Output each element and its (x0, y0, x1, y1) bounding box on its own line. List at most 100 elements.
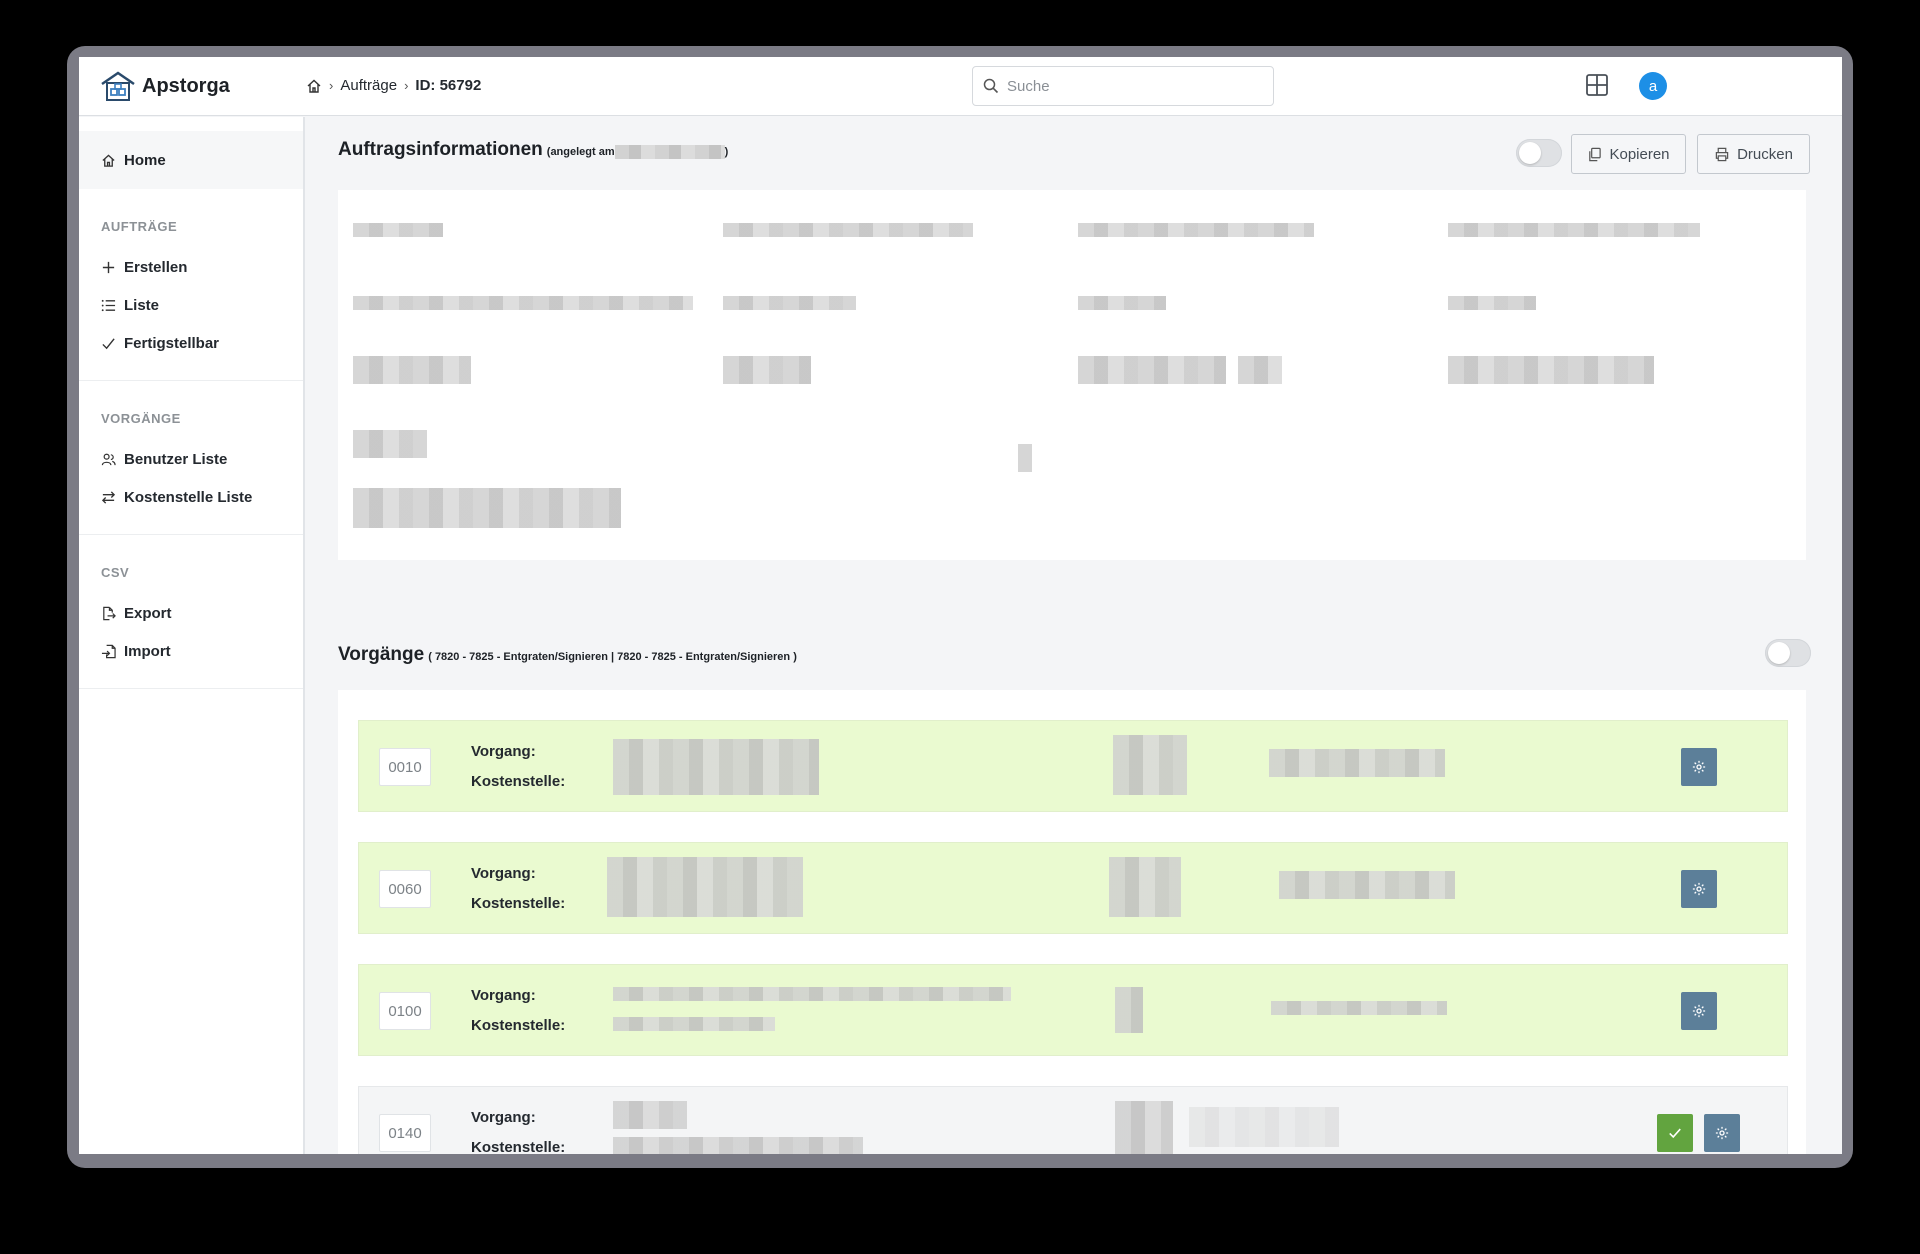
check-icon (1669, 1128, 1681, 1139)
redacted-field (1269, 749, 1445, 777)
redacted-field (353, 430, 427, 458)
auftragsinfo-title: Auftragsinformationen (angelegt am) (338, 139, 728, 161)
redacted-field (353, 356, 471, 384)
search-input[interactable] (1007, 77, 1257, 95)
vorgaenge-subtitle: ( 7820 - 7825 - Entgraten/Signieren | 78… (428, 651, 797, 663)
search-box[interactable] (972, 66, 1274, 106)
redacted-field (607, 857, 803, 917)
users-icon (101, 453, 116, 465)
vorgang-row-0060: 0060 Vorgang: Kostenstelle: (358, 842, 1788, 934)
created-date-redacted (614, 145, 725, 160)
chevron-right-icon: › (404, 78, 409, 93)
sidebar-item-export[interactable]: Export (79, 594, 303, 632)
print-button[interactable]: Drucken (1697, 134, 1810, 174)
vorgaenge-toggle[interactable] (1765, 639, 1811, 667)
sidebar-item-home[interactable]: Home (79, 131, 303, 189)
redacted-field (613, 739, 819, 795)
home-icon[interactable] (306, 78, 322, 94)
redacted-field (723, 356, 811, 384)
redacted-field (1189, 1107, 1339, 1147)
created-suffix: ) (724, 146, 729, 158)
auftragsinfo-card (338, 190, 1806, 560)
gear-icon (1692, 1004, 1706, 1018)
redacted-field (723, 296, 856, 310)
sidebar-item-import[interactable]: Import (79, 632, 303, 670)
gear-icon (1692, 882, 1706, 896)
sidebar-item-liste[interactable]: Liste (79, 286, 303, 324)
redacted-field (613, 1017, 775, 1031)
breadcrumb-current: ID: 56792 (415, 77, 482, 94)
redacted-field (1448, 356, 1654, 384)
redacted-field (1271, 1001, 1447, 1015)
sidebar-item-label: Liste (124, 296, 160, 314)
redacted-field (723, 223, 973, 237)
redacted-field (1018, 444, 1032, 472)
top-header: Apstorga › Aufträge › ID: 56792 a (79, 57, 1842, 116)
redacted-field (1078, 296, 1166, 310)
redacted-field (1448, 223, 1700, 237)
vorgang-row-0140: 0140 Vorgang: Kostenstelle: (358, 1086, 1788, 1154)
vorgaenge-title: Vorgänge( 7820 - 7825 - Entgraten/Signie… (338, 644, 797, 666)
breadcrumb-auftraege[interactable]: Aufträge (340, 77, 397, 94)
printer-icon (1715, 147, 1729, 161)
app-window: Apstorga › Aufträge › ID: 56792 a Home A… (79, 57, 1842, 1154)
settings-button[interactable] (1681, 748, 1717, 786)
redacted-field (1238, 356, 1282, 384)
created-prefix: (angelegt am (546, 146, 615, 158)
gear-icon (1692, 760, 1706, 774)
warehouse-logo-icon (101, 71, 135, 101)
sidebar-item-label: Fertigstellbar (124, 334, 220, 352)
redacted-field (613, 1101, 687, 1129)
vorgang-label: Vorgang: (471, 865, 536, 882)
sidebar-item-fertigstellbar[interactable]: Fertigstellbar (79, 324, 303, 362)
user-avatar[interactable]: a (1639, 72, 1667, 100)
copy-button[interactable]: Kopieren (1571, 134, 1686, 174)
list-icon (101, 299, 116, 311)
copy-button-label: Kopieren (1609, 145, 1670, 163)
vorgang-number: 0010 (379, 748, 431, 786)
vorgang-number: 0100 (379, 992, 431, 1030)
sidebar-section-title: VORGÄNGE (101, 411, 181, 426)
auftragsinfo-toggle[interactable] (1516, 139, 1562, 167)
app-logo[interactable]: Apstorga (100, 70, 230, 102)
settings-button[interactable] (1681, 992, 1717, 1030)
redacted-field (613, 987, 1011, 1001)
sidebar-section-title: AUFTRÄGE (101, 219, 178, 234)
search-icon (983, 78, 999, 94)
main-content: Auftragsinformationen (angelegt am) Kopie… (307, 117, 1842, 1154)
home-icon (102, 153, 115, 167)
sidebar-section-vorgaenge: VORGÄNGE Benutzer Liste Kostenstelle Lis… (79, 381, 303, 535)
vorgang-label: Vorgang: (471, 743, 536, 760)
redacted-field (1115, 987, 1143, 1033)
settings-button[interactable] (1704, 1114, 1740, 1152)
kostenstelle-label: Kostenstelle: (471, 773, 566, 790)
sidebar-item-benutzer-liste[interactable]: Benutzer Liste (79, 440, 303, 478)
kostenstelle-label: Kostenstelle: (471, 895, 566, 912)
sidebar-item-kostenstelle-liste[interactable]: Kostenstelle Liste (79, 478, 303, 516)
sidebar-section-csv: CSV Export Import (79, 535, 303, 689)
redacted-field (1279, 871, 1455, 899)
vorgaenge-heading: Vorgänge (338, 644, 425, 665)
sidebar-item-label: Kostenstelle Liste (124, 488, 253, 506)
sidebar-section-auftraege: AUFTRÄGE Erstellen Liste Fertigstellbar (79, 189, 303, 381)
sidebar-item-label: Benutzer Liste (124, 450, 228, 468)
redacted-field (1115, 1101, 1173, 1154)
redacted-field (1113, 735, 1187, 795)
sidebar-item-label: Export (124, 604, 172, 622)
settings-button[interactable] (1681, 870, 1717, 908)
redacted-field (613, 1137, 863, 1154)
arrows-exchange-icon (101, 490, 116, 504)
print-button-label: Drucken (1737, 145, 1793, 163)
vorgang-number: 0140 (379, 1114, 431, 1152)
gear-icon (1715, 1126, 1729, 1140)
app-name: Apstorga (142, 74, 230, 97)
complete-button[interactable] (1657, 1114, 1693, 1152)
sidebar-item-erstellen[interactable]: Erstellen (79, 248, 303, 286)
layout-grid-icon[interactable] (1585, 73, 1609, 97)
chevron-right-icon: › (329, 78, 334, 93)
sidebar-item-label: Home (124, 151, 166, 169)
redacted-field (1448, 296, 1536, 310)
kostenstelle-label: Kostenstelle: (471, 1139, 566, 1154)
copy-icon (1589, 147, 1602, 161)
created-info: (angelegt am) (546, 145, 729, 160)
